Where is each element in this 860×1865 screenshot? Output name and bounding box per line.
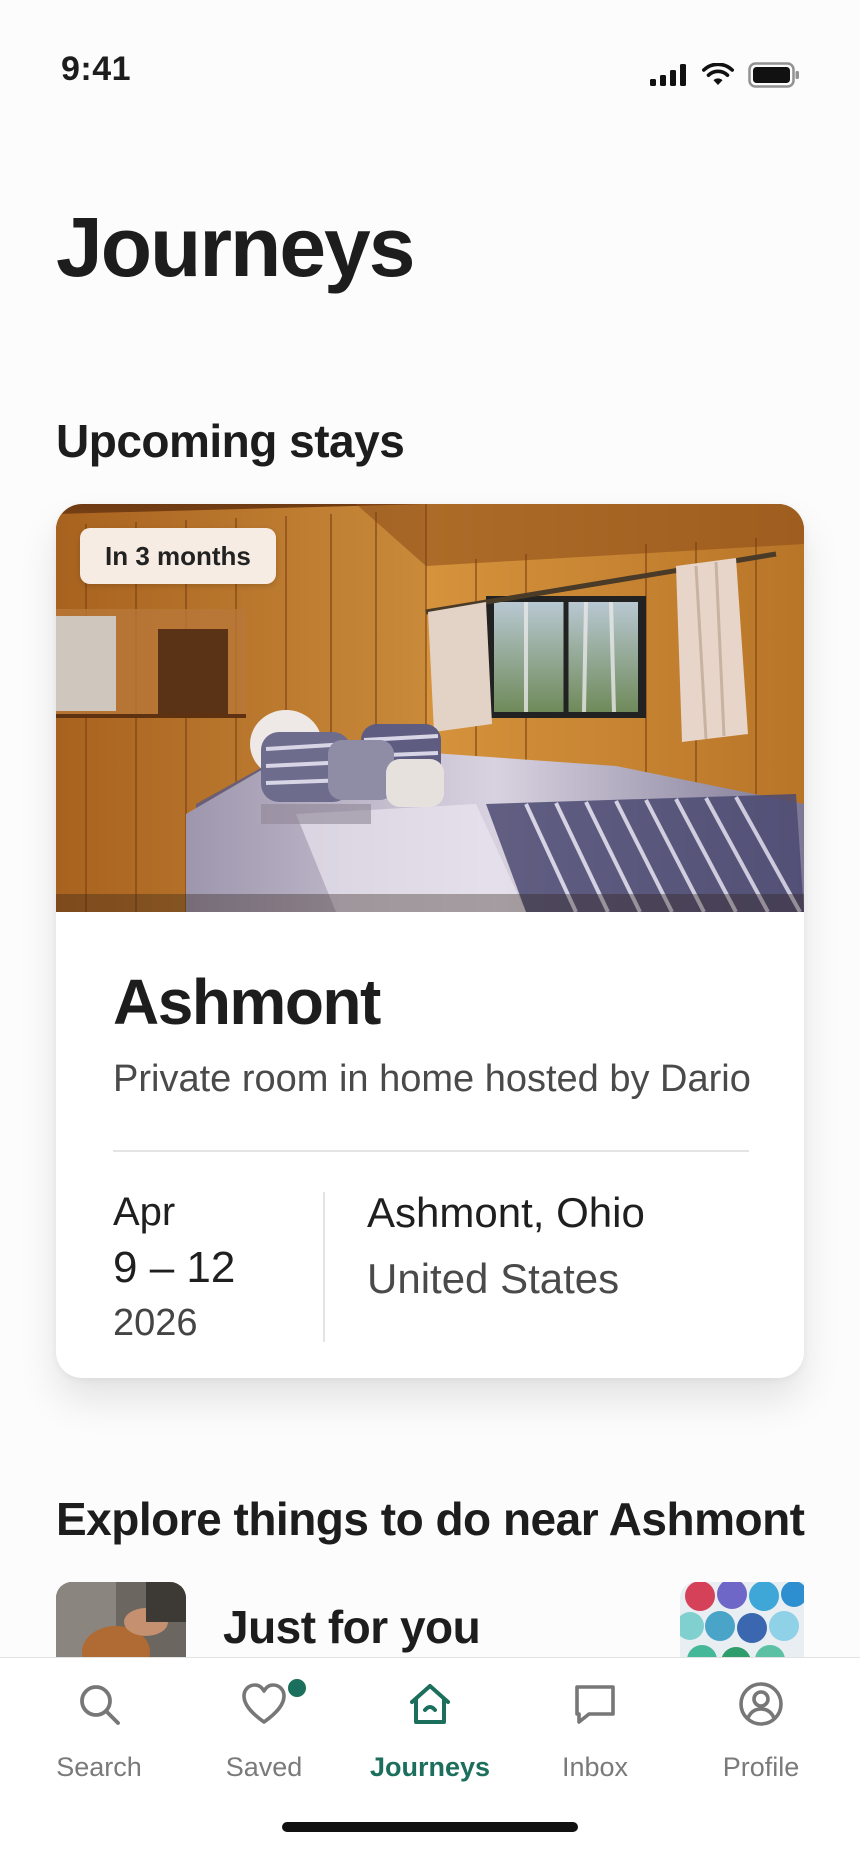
explore-heading: Explore things to do near Ashmont bbox=[56, 1493, 805, 1545]
dates-location-divider bbox=[323, 1192, 325, 1342]
battery-icon bbox=[748, 62, 799, 88]
home-icon bbox=[410, 1684, 450, 1724]
upcoming-stays-heading: Upcoming stays bbox=[56, 415, 405, 467]
profile-icon bbox=[739, 1682, 783, 1726]
tab-profile[interactable]: Profile bbox=[686, 1658, 836, 1788]
wifi-icon bbox=[702, 63, 734, 85]
tab-search[interactable]: Search bbox=[24, 1658, 174, 1788]
search-icon bbox=[80, 1685, 120, 1725]
status-bar: 9:41 bbox=[0, 0, 860, 110]
message-icon bbox=[575, 1685, 615, 1724]
stay-location-country: United States bbox=[367, 1255, 620, 1302]
home-indicator[interactable] bbox=[282, 1822, 578, 1832]
card-divider bbox=[113, 1150, 749, 1152]
stay-dates: Apr 9 – 12 2026 bbox=[113, 1192, 235, 1342]
stay-title: Ashmont bbox=[113, 966, 381, 1038]
upcoming-stay-card[interactable]: In 3 months Ashmont Private room in home… bbox=[56, 504, 804, 1378]
tab-saved-label: Saved bbox=[225, 1752, 303, 1782]
cellular-signal-icon bbox=[650, 64, 686, 86]
explore-row[interactable]: Just for you bbox=[0, 1582, 860, 1658]
status-time: 9:41 bbox=[61, 50, 132, 88]
experience-thumbnail-pottery[interactable] bbox=[56, 1582, 186, 1658]
stay-date-range: 9 – 12 bbox=[113, 1243, 236, 1292]
tab-saved[interactable]: Saved bbox=[189, 1658, 339, 1788]
bottom-tab-bar: Search Saved Journeys Inbox Profile bbox=[0, 1657, 860, 1865]
tab-search-label: Search bbox=[56, 1752, 142, 1782]
just-for-you-title: Just for you bbox=[223, 1601, 481, 1653]
tab-inbox[interactable]: Inbox bbox=[520, 1658, 670, 1788]
experience-thumbnail-paints[interactable] bbox=[680, 1582, 804, 1658]
stay-date-month: Apr bbox=[113, 1190, 176, 1234]
page-title: Journeys bbox=[56, 200, 415, 294]
heart-icon bbox=[242, 1683, 286, 1724]
tab-inbox-label: Inbox bbox=[561, 1752, 629, 1782]
tab-profile-label: Profile bbox=[722, 1752, 800, 1782]
stay-location-city: Ashmont, Ohio bbox=[367, 1189, 645, 1236]
stay-location: Ashmont, Ohio United States bbox=[367, 1192, 645, 1300]
status-icons bbox=[650, 62, 800, 88]
stay-date-year: 2026 bbox=[113, 1302, 198, 1344]
time-until-stay-badge: In 3 months bbox=[80, 528, 276, 584]
stay-description: Private room in home hosted by Dario bbox=[113, 1058, 751, 1100]
saved-notification-dot bbox=[285, 1676, 309, 1700]
tab-journeys-label: Journeys bbox=[369, 1752, 491, 1782]
tab-journeys[interactable]: Journeys bbox=[355, 1658, 505, 1788]
